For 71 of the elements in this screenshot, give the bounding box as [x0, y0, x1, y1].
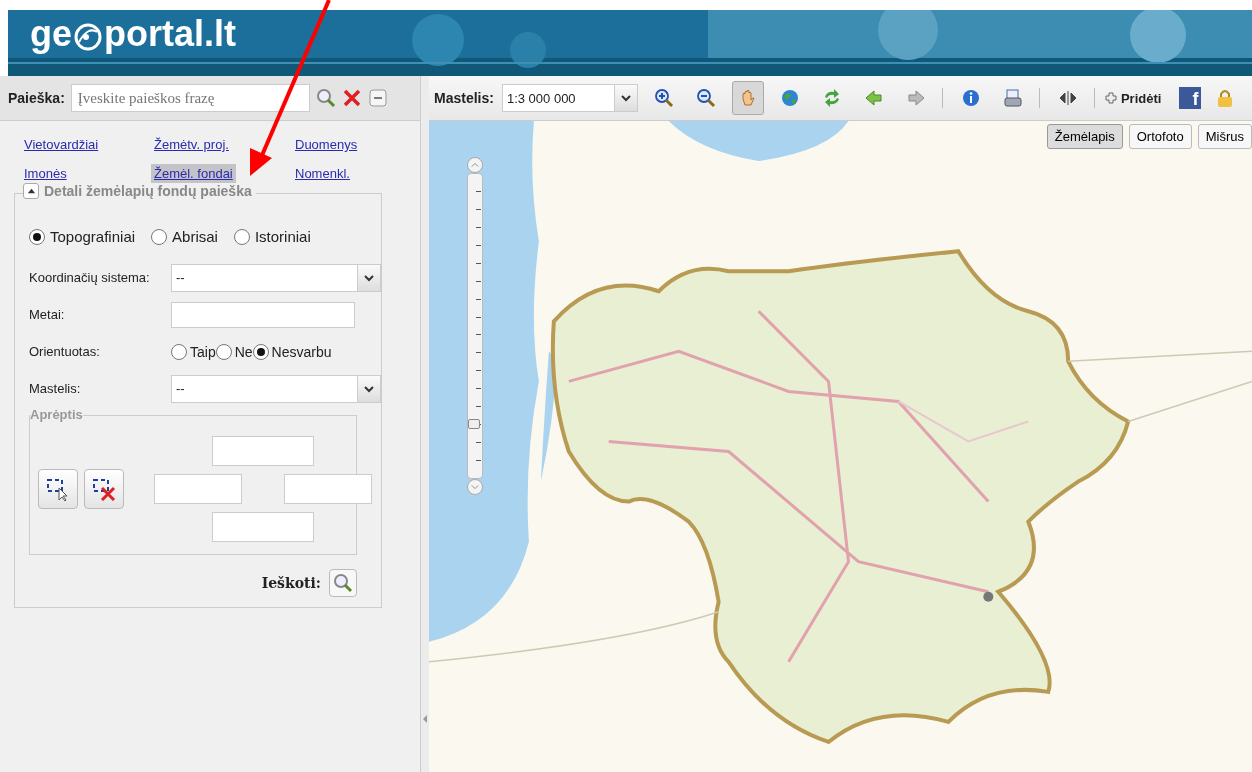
chevron-icon	[364, 272, 374, 283]
chevron-icon	[364, 383, 374, 394]
caret-icon	[471, 483, 479, 491]
zoom-in-icon	[653, 88, 674, 108]
search-icon[interactable]	[315, 88, 336, 108]
radio-button[interactable]	[171, 343, 187, 360]
radio-button[interactable]	[233, 228, 250, 245]
category-link[interactable]: Nomenkl.	[292, 164, 353, 183]
category-link[interactable]: Duomenys	[292, 135, 361, 154]
field-label: Metai:	[29, 307, 66, 322]
radio-label: Istoriniai	[254, 228, 311, 245]
radio-button[interactable]	[29, 228, 45, 245]
caret-icon	[26, 186, 36, 196]
search-label: Paieška:	[8, 90, 65, 106]
info-icon	[960, 88, 981, 108]
input-field[interactable]	[284, 474, 372, 504]
search-icon	[333, 573, 353, 593]
collapse-button[interactable]	[23, 183, 39, 199]
radio-label: Abrisai	[172, 228, 218, 245]
dropdown-field[interactable]: --	[171, 374, 381, 403]
category-link[interactable]: Vietovardžiai	[21, 135, 102, 154]
clear-extent-button[interactable]	[84, 469, 124, 509]
radio-button[interactable]	[252, 343, 269, 360]
forward-icon	[905, 88, 926, 108]
scale-dropdown[interactable]: 1:3 000 000	[501, 84, 638, 112]
collapse-handle[interactable]	[421, 76, 429, 772]
chevron-icon	[620, 93, 631, 103]
slider-thumb[interactable]	[468, 419, 480, 430]
field-label: Mastelis:	[29, 381, 82, 396]
input-field[interactable]	[171, 301, 355, 328]
category-link[interactable]: Žemėtv. proj.	[151, 135, 232, 154]
radio-label: Nesvarbu	[271, 343, 332, 360]
input-field[interactable]	[154, 474, 242, 504]
radio-button[interactable]	[151, 228, 168, 245]
search-field[interactable]: Įveskite paieškos frazę	[70, 84, 310, 112]
map-layer-tab[interactable]: Žemėlapis	[1046, 124, 1123, 149]
extent-title: Aprėptis	[30, 407, 83, 422]
radio-label: Topografiniai	[50, 228, 136, 245]
globe-icon	[779, 88, 800, 108]
map-layer-tab[interactable]: Mišrus	[1197, 124, 1252, 149]
split-icon	[1057, 88, 1078, 108]
scale-label: Mastelis:	[434, 90, 494, 106]
facebook-button[interactable]: f	[1179, 87, 1202, 109]
clear-area-icon	[92, 477, 116, 501]
close-icon[interactable]	[341, 88, 362, 108]
radio-label: Taip	[190, 343, 216, 360]
print-icon	[1002, 88, 1023, 108]
select-area-icon	[46, 477, 70, 501]
field-label: Koordinačių sistema:	[29, 270, 151, 285]
dropdown-field[interactable]: --	[171, 263, 381, 292]
caret-icon	[471, 161, 479, 169]
site-logo[interactable]: ge portal.lt	[30, 12, 236, 56]
search-button[interactable]	[329, 569, 357, 597]
pan-tool[interactable]	[731, 81, 764, 115]
radio-label: Ne	[234, 343, 253, 360]
map-layer-tab[interactable]: Ortofoto	[1128, 124, 1192, 149]
category-link[interactable]: Imonės	[21, 164, 70, 183]
plus-icon	[1104, 92, 1117, 104]
add-button[interactable]: Pridėti	[1104, 90, 1162, 106]
input-field[interactable]	[212, 512, 314, 542]
input-field[interactable]	[212, 436, 314, 466]
zoom-slider[interactable]	[467, 173, 483, 479]
zoom-out-icon	[695, 88, 716, 108]
radio-button[interactable]	[215, 343, 232, 360]
panel-title: Detali žemėlapių fondų paieška	[44, 183, 252, 199]
category-link[interactable]: Žemėl. fondai	[151, 164, 236, 183]
search-label: Ieškoti:	[261, 575, 321, 591]
back-icon	[863, 88, 884, 108]
field-label: Orientuotas:	[29, 344, 101, 359]
draw-extent-button[interactable]	[38, 469, 78, 509]
minimize-icon[interactable]	[367, 88, 388, 108]
